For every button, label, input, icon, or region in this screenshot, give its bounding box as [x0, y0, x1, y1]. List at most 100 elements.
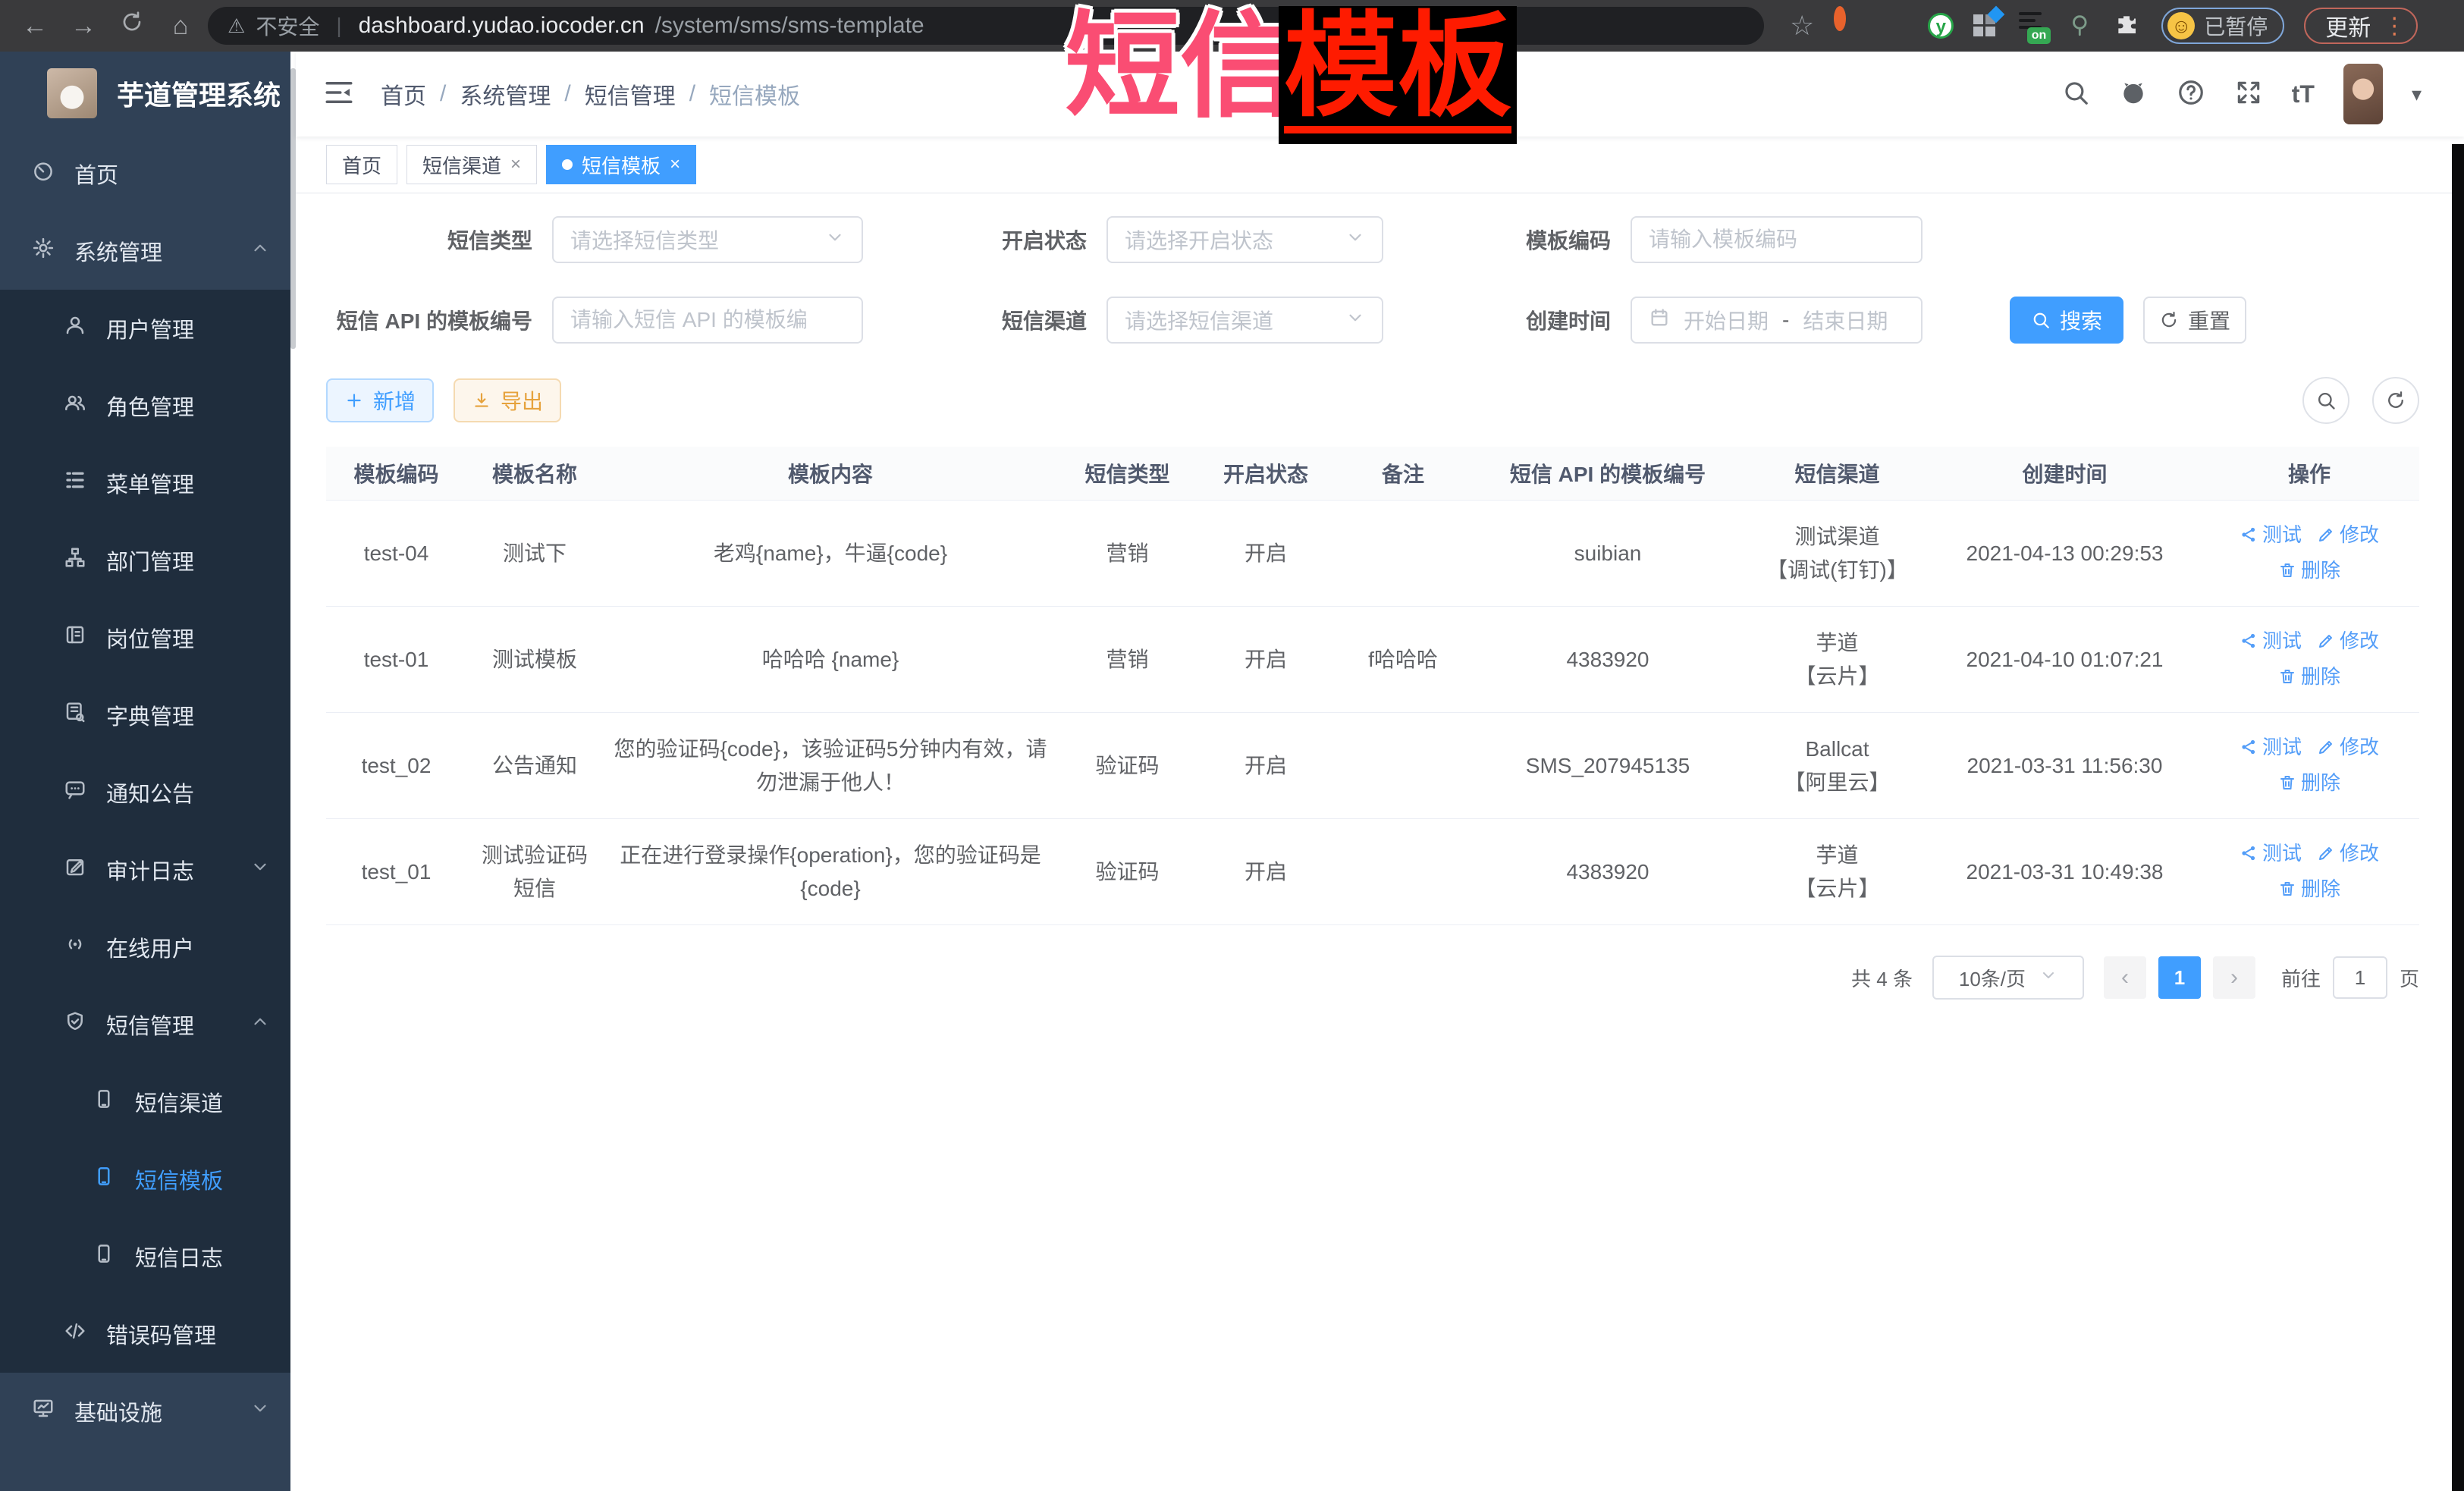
sidebar-item-错误码管理[interactable]: 错误码管理 — [0, 1295, 296, 1373]
测试-link[interactable]: 测试 — [2240, 730, 2302, 764]
删除-link[interactable]: 删除 — [2278, 872, 2340, 906]
sidebar-item-用户管理[interactable]: 用户管理 — [0, 290, 296, 367]
sidebar-item-审计日志[interactable]: 审计日志 — [0, 831, 296, 909]
search-icon[interactable] — [2061, 78, 2090, 111]
sidebar-item-基础设施[interactable]: 基础设施 — [0, 1373, 296, 1450]
page-size-select[interactable]: 10条/页 — [1932, 956, 2084, 1000]
sidebar-item-短信渠道[interactable]: 短信渠道 — [0, 1063, 296, 1141]
address-bar[interactable]: ⚠ 不安全 | dashboard.yudao.iocoder.cn/syste… — [208, 7, 1764, 45]
github-icon[interactable] — [2119, 78, 2148, 111]
breadcrumb-item-系统管理[interactable]: 系统管理 — [460, 77, 551, 111]
extension-kite-icon[interactable] — [1881, 12, 1908, 39]
right-edge-strip — [2452, 144, 2464, 1491]
tab-label: 首页 — [342, 151, 381, 179]
sidebar-item-部门管理[interactable]: 部门管理 — [0, 522, 296, 599]
paused-label: 已暂停 — [2204, 11, 2268, 41]
sidebar-item-系统管理[interactable]: 系统管理 — [0, 212, 296, 290]
sms-channel-select[interactable]: 请选择短信渠道 — [1106, 297, 1383, 344]
font-size-icon[interactable]: tT — [2292, 80, 2315, 108]
修改-link[interactable]: 修改 — [2317, 837, 2379, 870]
home-icon[interactable]: ⌂ — [159, 0, 202, 52]
sidebar-item-label: 在线用户 — [106, 931, 194, 963]
reload-icon[interactable] — [111, 0, 153, 52]
forward-icon[interactable]: → — [62, 0, 105, 52]
sidebar-item-菜单管理[interactable]: 菜单管理 — [0, 444, 296, 522]
tab-短信模板[interactable]: 短信模板× — [546, 145, 696, 184]
sidebar-item-短信管理[interactable]: 短信管理 — [0, 986, 296, 1063]
sidebar-item-角色管理[interactable]: 角色管理 — [0, 367, 296, 444]
refresh-button[interactable] — [2372, 377, 2419, 424]
extension-monocle-icon[interactable] — [2067, 12, 2095, 39]
sidebar-collapse-icon[interactable] — [323, 77, 355, 112]
table-row: test_02公告通知您的验证码{code}，该验证码5分钟内有效，请勿泄漏于他… — [326, 713, 2419, 819]
profile-paused-pill[interactable]: ☺ 已暂停 — [2161, 8, 2284, 44]
sidebar-item-在线用户[interactable]: 在线用户 — [0, 909, 296, 986]
page-1-button[interactable]: 1 — [2158, 956, 2201, 999]
sidebar-scrollbar[interactable] — [290, 52, 296, 1491]
extension-list-icon[interactable]: on — [2019, 11, 2048, 41]
cell-name: 公告通知 — [466, 713, 603, 819]
sidebar-item-字典管理[interactable]: 字典管理 — [0, 676, 296, 754]
menu-dots-icon[interactable]: ⋮ — [2383, 13, 2406, 39]
cell-channel: Ballcat【阿里云】 — [1744, 713, 1930, 819]
删除-link[interactable]: 删除 — [2278, 660, 2340, 693]
breadcrumb-item-首页[interactable]: 首页 — [381, 77, 426, 111]
next-page-button[interactable]: › — [2213, 956, 2255, 999]
add-button[interactable]: 新增 — [326, 378, 434, 422]
测试-link[interactable]: 测试 — [2240, 837, 2302, 870]
cell-remark: f哈哈哈 — [1335, 607, 1471, 713]
goto-page-input[interactable] — [2333, 956, 2387, 999]
close-icon[interactable]: × — [670, 154, 680, 175]
create-time-range-picker[interactable]: 开始日期 - 结束日期 — [1631, 297, 1923, 344]
extensions-puzzle-icon[interactable] — [2114, 12, 2142, 39]
column-header-短信渠道: 短信渠道 — [1744, 447, 1930, 501]
tab-首页[interactable]: 首页 — [326, 145, 397, 184]
show-search-button[interactable] — [2302, 377, 2349, 424]
修改-link[interactable]: 修改 — [2317, 518, 2379, 551]
caret-down-icon[interactable]: ▾ — [2412, 83, 2422, 106]
sidebar-item-岗位管理[interactable]: 岗位管理 — [0, 599, 296, 676]
tab-label: 短信渠道 — [422, 151, 501, 179]
export-button[interactable]: 导出 — [454, 378, 561, 422]
scrollbar-thumb[interactable] — [290, 68, 296, 349]
sms-type-select[interactable]: 请选择短信类型 — [552, 216, 863, 263]
api-template-id-input[interactable] — [552, 297, 863, 344]
sidebar-item-短信模板[interactable]: 短信模板 — [0, 1141, 296, 1218]
reset-button[interactable]: 重置 — [2143, 297, 2246, 344]
status-select[interactable]: 请选择开启状态 — [1106, 216, 1383, 263]
测试-link[interactable]: 测试 — [2240, 518, 2302, 551]
help-icon[interactable] — [2177, 78, 2205, 111]
table-row: test_01测试验证码短信正在进行登录操作{operation}，您的验证码是… — [326, 819, 2419, 925]
sidebar-item-短信日志[interactable]: 短信日志 — [0, 1218, 296, 1295]
测试-link[interactable]: 测试 — [2240, 624, 2302, 658]
template-code-input[interactable] — [1631, 216, 1923, 263]
修改-link[interactable]: 修改 — [2317, 730, 2379, 764]
browser-update-button[interactable]: 更新 ⋮ — [2304, 8, 2418, 44]
sidebar-item-首页[interactable]: 首页 — [0, 135, 296, 212]
search-button[interactable]: 搜索 — [2010, 297, 2123, 344]
cell-channel: 测试渠道【调试(钉钉)】 — [1744, 501, 1930, 607]
sidebar-item-通知公告[interactable]: 通知公告 — [0, 754, 296, 831]
active-dot-icon — [562, 159, 573, 170]
删除-link[interactable]: 删除 — [2278, 766, 2340, 799]
extension-y-icon[interactable]: y — [1928, 13, 1954, 39]
删除-link[interactable]: 删除 — [2278, 554, 2340, 587]
tab-短信渠道[interactable]: 短信渠道 × — [406, 145, 537, 184]
filter-row-2: 短信 API 的模板编号 短信渠道 请选择短信渠道 创建时间 开始日期 — [326, 297, 2419, 344]
breadcrumb-item-短信管理[interactable]: 短信管理 — [585, 77, 676, 111]
user-avatar[interactable] — [2343, 64, 2383, 124]
fullscreen-icon[interactable] — [2234, 78, 2263, 111]
sidebar-item-label: 系统管理 — [74, 235, 162, 267]
sidebar-item-label: 角色管理 — [106, 390, 194, 422]
filter-group: 短信渠道 请选择短信渠道 — [897, 297, 1383, 344]
api-template-id-label: 短信 API 的模板编号 — [326, 305, 532, 335]
extension-ring-icon[interactable] — [1834, 12, 1861, 39]
bookmark-star-icon[interactable]: ☆ — [1790, 10, 1814, 42]
cell-remark — [1335, 819, 1471, 925]
prev-page-button[interactable]: ‹ — [2104, 956, 2146, 999]
extension-grid-icon[interactable] — [1973, 13, 1999, 39]
修改-link[interactable]: 修改 — [2317, 624, 2379, 658]
close-icon[interactable]: × — [510, 154, 521, 175]
back-icon[interactable]: ← — [14, 0, 56, 52]
export-button-label: 导出 — [501, 385, 543, 416]
